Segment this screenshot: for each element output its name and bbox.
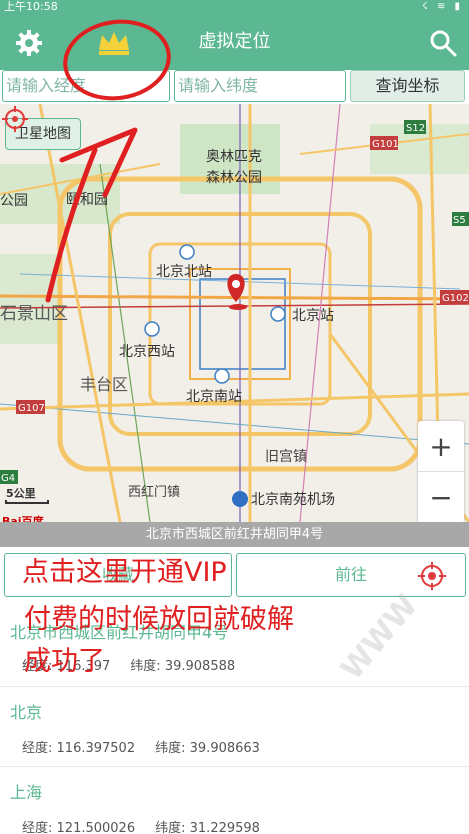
locate-icon[interactable]	[0, 104, 30, 134]
status-bar: 上午10:58 ☇ ≋ ▮	[0, 0, 469, 14]
go-button-label: 前往	[334, 565, 367, 584]
label-fengtai: 丰台区	[80, 375, 128, 394]
shield-s12: S12	[406, 123, 425, 134]
shield-g101: G101	[372, 139, 399, 150]
label-olympic-park-l1: 奥林匹克	[206, 148, 262, 165]
go-button[interactable]: 前往	[236, 553, 466, 597]
list-item[interactable]: 北京 经度: 116.397502 纬度: 39.908663	[0, 687, 469, 767]
latitude-input[interactable]: 请输入纬度	[174, 70, 346, 102]
list-item-name: 上海	[10, 783, 43, 802]
label-beijing-north: 北京北站	[156, 264, 212, 280]
map-view[interactable]: 奥林匹克 森林公园 颐和园 公园 石景山区 北京北站 北京站 北京西站 丰台区 …	[0, 104, 469, 522]
label-olympic-park-l2: 森林公园	[206, 170, 262, 186]
label-beijing-south: 北京南站	[186, 389, 242, 405]
query-coordinates-button[interactable]: 查询坐标	[350, 70, 465, 102]
target-icon	[418, 562, 446, 590]
label-xihongmen: 西红门镇	[128, 484, 180, 500]
shield-s5: S5	[453, 215, 466, 226]
label-shijingshan: 石景山区	[0, 304, 68, 324]
app-bar: 虚拟定位	[0, 14, 469, 70]
label-nanyuan-airport: 北京南苑机场	[251, 492, 335, 508]
zoom-in-button[interactable]: +	[418, 421, 464, 472]
status-time: 上午10:58	[4, 0, 58, 13]
label-beijing-west: 北京西站	[119, 344, 175, 360]
annotation-line-1: 点击这里开通VIP	[22, 557, 227, 588]
page-title: 虚拟定位	[198, 31, 271, 52]
status-icons: ☇ ≋ ▮	[422, 1, 463, 12]
list-item[interactable]: 上海 经度: 121.500026 纬度: 31.229598	[0, 767, 469, 834]
coordinate-input-row: 请输入经度 请输入纬度 查询坐标	[0, 70, 469, 104]
annotation-line-2: 付费的时候放回就破解	[24, 604, 294, 635]
map-scale-label: 5公里	[6, 487, 36, 500]
map-canvas[interactable]: 奥林匹克 森林公园 颐和园 公园 石景山区 北京北站 北京站 北京西站 丰台区 …	[0, 104, 469, 522]
gear-icon[interactable]	[14, 28, 44, 58]
zoom-out-button[interactable]: −	[418, 472, 464, 522]
label-yiheyuan: 颐和园	[66, 192, 108, 208]
list-item-coords: 经度: 116.397502 纬度: 39.908663	[22, 741, 260, 756]
baidu-logo: Bai百度	[2, 515, 44, 522]
label-jiugong: 旧宫镇	[265, 449, 307, 465]
search-icon[interactable]	[428, 28, 458, 58]
longitude-input[interactable]: 请输入经度	[2, 70, 170, 102]
zoom-control: + −	[418, 421, 464, 522]
shield-g4: G4	[1, 473, 15, 484]
label-park: 公园	[0, 193, 28, 209]
address-bar: 北京市西城区前红井胡同甲4号	[0, 522, 469, 547]
label-beijing-station: 北京站	[292, 308, 334, 324]
vip-crown-icon[interactable]	[96, 30, 132, 56]
shield-g102: G102	[442, 293, 469, 304]
annotation-line-3: 成功了	[24, 646, 105, 677]
shield-g107: G107	[18, 403, 45, 414]
map-scale-bar	[5, 500, 49, 504]
list-item-name: 北京	[10, 703, 43, 722]
list-item-coords: 经度: 121.500026 纬度: 31.229598	[22, 821, 260, 834]
